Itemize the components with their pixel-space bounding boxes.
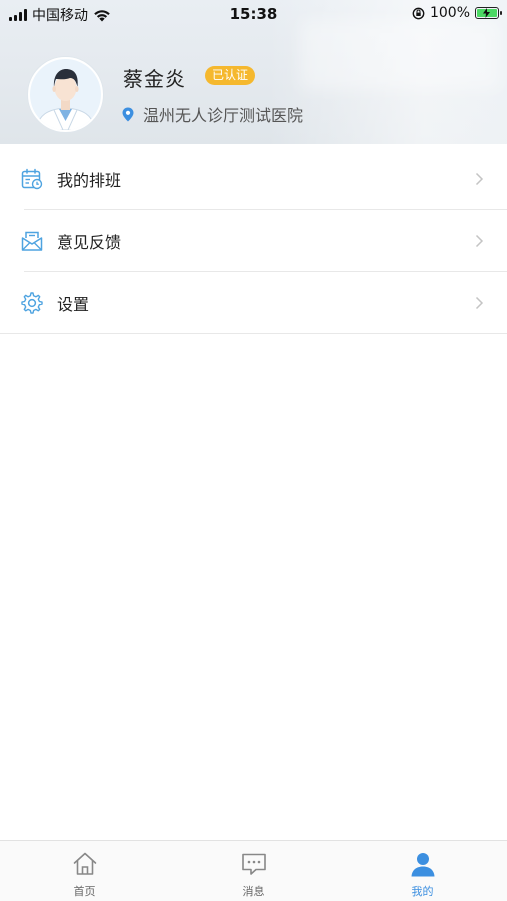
menu-item-label: 意见反馈 [57,232,122,252]
person-icon [411,853,434,877]
status-bar-right: 100% [412,5,502,21]
tab-label: 消息 [242,885,265,898]
menu-item-schedule[interactable]: 我的排班 [0,148,507,209]
divider [0,333,507,334]
menu-item-feedback[interactable]: 意见反馈 [0,210,507,271]
chevron-right-icon [475,296,484,310]
location-pin-icon [122,107,134,121]
tab-messages[interactable]: 消息 [169,841,338,901]
menu-item-label: 设置 [57,294,90,314]
chevron-right-icon [475,172,484,186]
tab-mine[interactable]: 我的 [338,841,507,901]
home-icon [73,852,96,875]
profile-header: 中国移动 15:38 100% 蔡金炎 已认证 温州无人诊厅测试医院 [0,0,507,144]
calendar-schedule-icon [21,168,43,190]
avatar[interactable] [28,57,103,132]
menu-item-label: 我的排班 [57,170,122,190]
status-bar: 中国移动 15:38 100% [0,0,507,28]
doctor-avatar-icon [30,59,101,130]
message-icon [241,853,266,875]
tab-label: 我的 [411,885,434,898]
tab-home[interactable]: 首页 [0,841,169,901]
tab-bar: 首页 消息 我的 [0,840,507,901]
chevron-right-icon [475,234,484,248]
battery-icon [475,7,502,19]
battery-percent: 100% [429,5,470,21]
header-background-glow [300,20,500,90]
hospital-location: 温州无人诊厅测试医院 [122,102,303,126]
gear-icon [21,292,43,314]
menu-list: 我的排班 意见反馈 设置 [0,148,507,334]
feedback-mail-icon [21,231,43,251]
menu-item-settings[interactable]: 设置 [0,272,507,333]
orientation-lock-icon [412,7,425,19]
user-name: 蔡金炎 [123,67,186,91]
hospital-name: 温州无人诊厅测试医院 [143,106,304,125]
tab-label: 首页 [73,885,96,898]
verified-badge: 已认证 [205,66,256,85]
